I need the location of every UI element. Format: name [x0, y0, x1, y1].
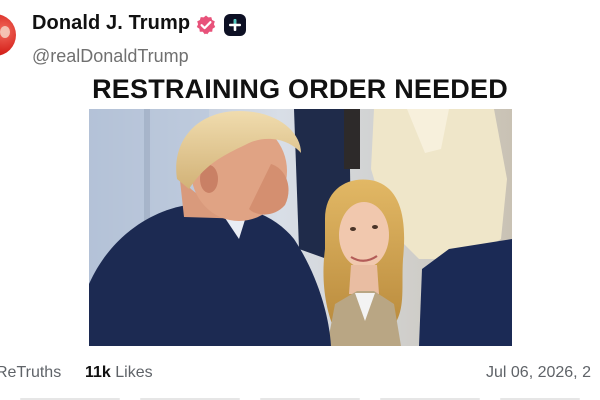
- author-handle[interactable]: @realDonaldTrump: [32, 46, 189, 67]
- author-avatar[interactable]: [0, 14, 16, 56]
- truth-post: Donald J. Trump @realDonaldTrump RESTRAI…: [0, 0, 600, 400]
- likes-label: Likes: [115, 364, 153, 381]
- likes-stat[interactable]: 11k Likes: [85, 364, 153, 382]
- likes-count: 11k: [85, 364, 111, 381]
- post-text: RESTRAINING ORDER NEEDED: [92, 74, 508, 104]
- avatar-detail: [0, 26, 10, 38]
- verified-badge-icon: [196, 15, 216, 35]
- retruths-label: ReTruths: [0, 364, 62, 381]
- author-display-name[interactable]: Donald J. Trump: [32, 12, 190, 35]
- plus-badge-icon: [224, 14, 246, 36]
- post-timestamp[interactable]: Jul 06, 2026, 2: [486, 364, 591, 382]
- post-image[interactable]: [89, 109, 512, 346]
- retruths-stat[interactable]: ReTruths: [0, 364, 61, 382]
